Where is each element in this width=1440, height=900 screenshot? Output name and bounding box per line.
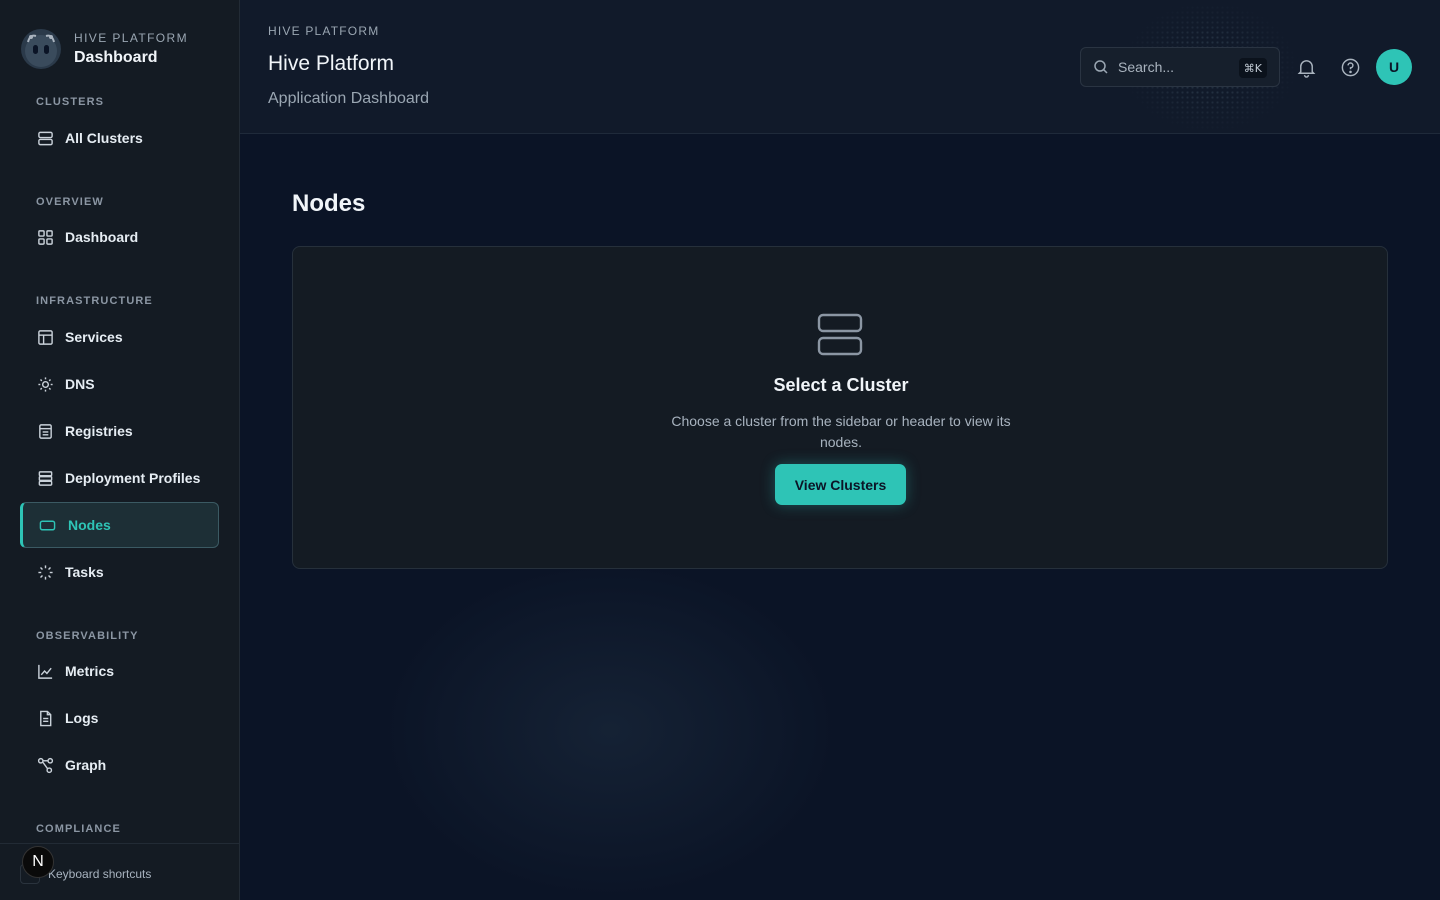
brand[interactable]: HIVE PLATFORM Dashboard — [20, 28, 188, 70]
help-button[interactable] — [1338, 55, 1362, 79]
server-icon — [36, 129, 54, 147]
sidebar-item-label: All Clusters — [65, 130, 143, 146]
sidebar-item-deployment-profiles[interactable]: Deployment Profiles — [20, 455, 219, 501]
search-input[interactable] — [1118, 59, 1228, 75]
archive-icon — [36, 422, 54, 440]
background-glow — [380, 560, 840, 900]
sidebar-item-label: Dashboard — [65, 229, 139, 245]
section-label-clusters: CLUSTERS — [36, 96, 105, 108]
sidebar-item-label: Deployment Profiles — [65, 470, 201, 486]
header-eyebrow: HIVE PLATFORM — [268, 24, 380, 38]
keyboard-shortcuts-link[interactable]: Keyboard shortcuts — [48, 867, 151, 881]
sidebar-item-label: Tasks — [65, 564, 104, 580]
sidebar-item-registries[interactable]: Registries — [20, 408, 219, 454]
notifications-button[interactable] — [1294, 55, 1318, 79]
sidebar-item-all-clusters[interactable]: All Clusters — [20, 115, 219, 161]
sidebar-item-dns[interactable]: DNS — [20, 361, 219, 407]
grid-icon — [36, 228, 54, 246]
file-text-icon — [36, 709, 54, 727]
sidebar-item-label: Graph — [65, 757, 107, 773]
sidebar-item-services[interactable]: Services — [20, 314, 219, 360]
sidebar-item-tasks[interactable]: Tasks — [20, 549, 219, 595]
help-circle-icon — [1341, 58, 1359, 76]
page-header-subtitle: Application Dashboard — [268, 90, 429, 107]
search-shortcut-badge: ⌘K — [1238, 58, 1267, 78]
sidebar-item-metrics[interactable]: Metrics — [20, 648, 219, 694]
empty-state-description: Choose a cluster from the sidebar or hea… — [671, 413, 1011, 450]
page-header-title: Hive Platform — [268, 52, 395, 75]
sidebar-item-label: DNS — [65, 376, 95, 392]
header: HIVE PLATFORM Hive Platform Application … — [240, 0, 1440, 134]
sidebar-item-graph[interactable]: Graph — [20, 742, 219, 788]
sidebar-item-logs[interactable]: Logs — [20, 695, 219, 741]
search-icon — [1094, 60, 1108, 74]
bell-icon — [1297, 59, 1315, 78]
sidebar-item-label: Logs — [65, 710, 99, 726]
search-box[interactable]: ⌘K — [1080, 47, 1280, 87]
sidebar: HIVE PLATFORM Dashboard CLUSTERS All Clu… — [0, 0, 240, 900]
section-label-observability: OBSERVABILITY — [36, 630, 139, 642]
brand-title: Dashboard — [74, 49, 158, 66]
sidebar-item-label: Registries — [65, 423, 133, 439]
section-label-infrastructure: INFRASTRUCTURE — [36, 295, 153, 307]
hive-logo-icon — [21, 29, 61, 69]
loader-icon — [36, 563, 54, 581]
page-title: Nodes — [292, 190, 366, 217]
layout-icon — [36, 328, 54, 346]
line-chart-icon — [36, 662, 54, 680]
section-label-compliance: COMPLIANCE — [36, 823, 121, 835]
layers-icon — [36, 469, 54, 487]
empty-state-card: Select a Cluster Choose a cluster from t… — [292, 246, 1388, 569]
sidebar-item-nodes[interactable]: Nodes — [20, 502, 219, 548]
sidebar-item-label: Nodes — [68, 517, 111, 533]
sun-icon — [36, 375, 54, 393]
server-icon — [817, 313, 863, 356]
view-clusters-button[interactable]: View Clusters — [775, 464, 906, 505]
sidebar-item-label: Metrics — [65, 663, 115, 679]
user-avatar[interactable]: U — [1376, 49, 1412, 85]
brand-subtitle: HIVE PLATFORM — [74, 31, 188, 45]
node-icon — [38, 516, 56, 534]
sidebar-item-dashboard[interactable]: Dashboard — [20, 214, 219, 260]
network-icon — [36, 756, 54, 774]
empty-state-title: Select a Cluster — [773, 375, 909, 395]
sidebar-item-label: Services — [65, 329, 123, 345]
dev-tools-badge[interactable]: N — [22, 846, 54, 878]
section-label-overview: OVERVIEW — [36, 196, 104, 208]
